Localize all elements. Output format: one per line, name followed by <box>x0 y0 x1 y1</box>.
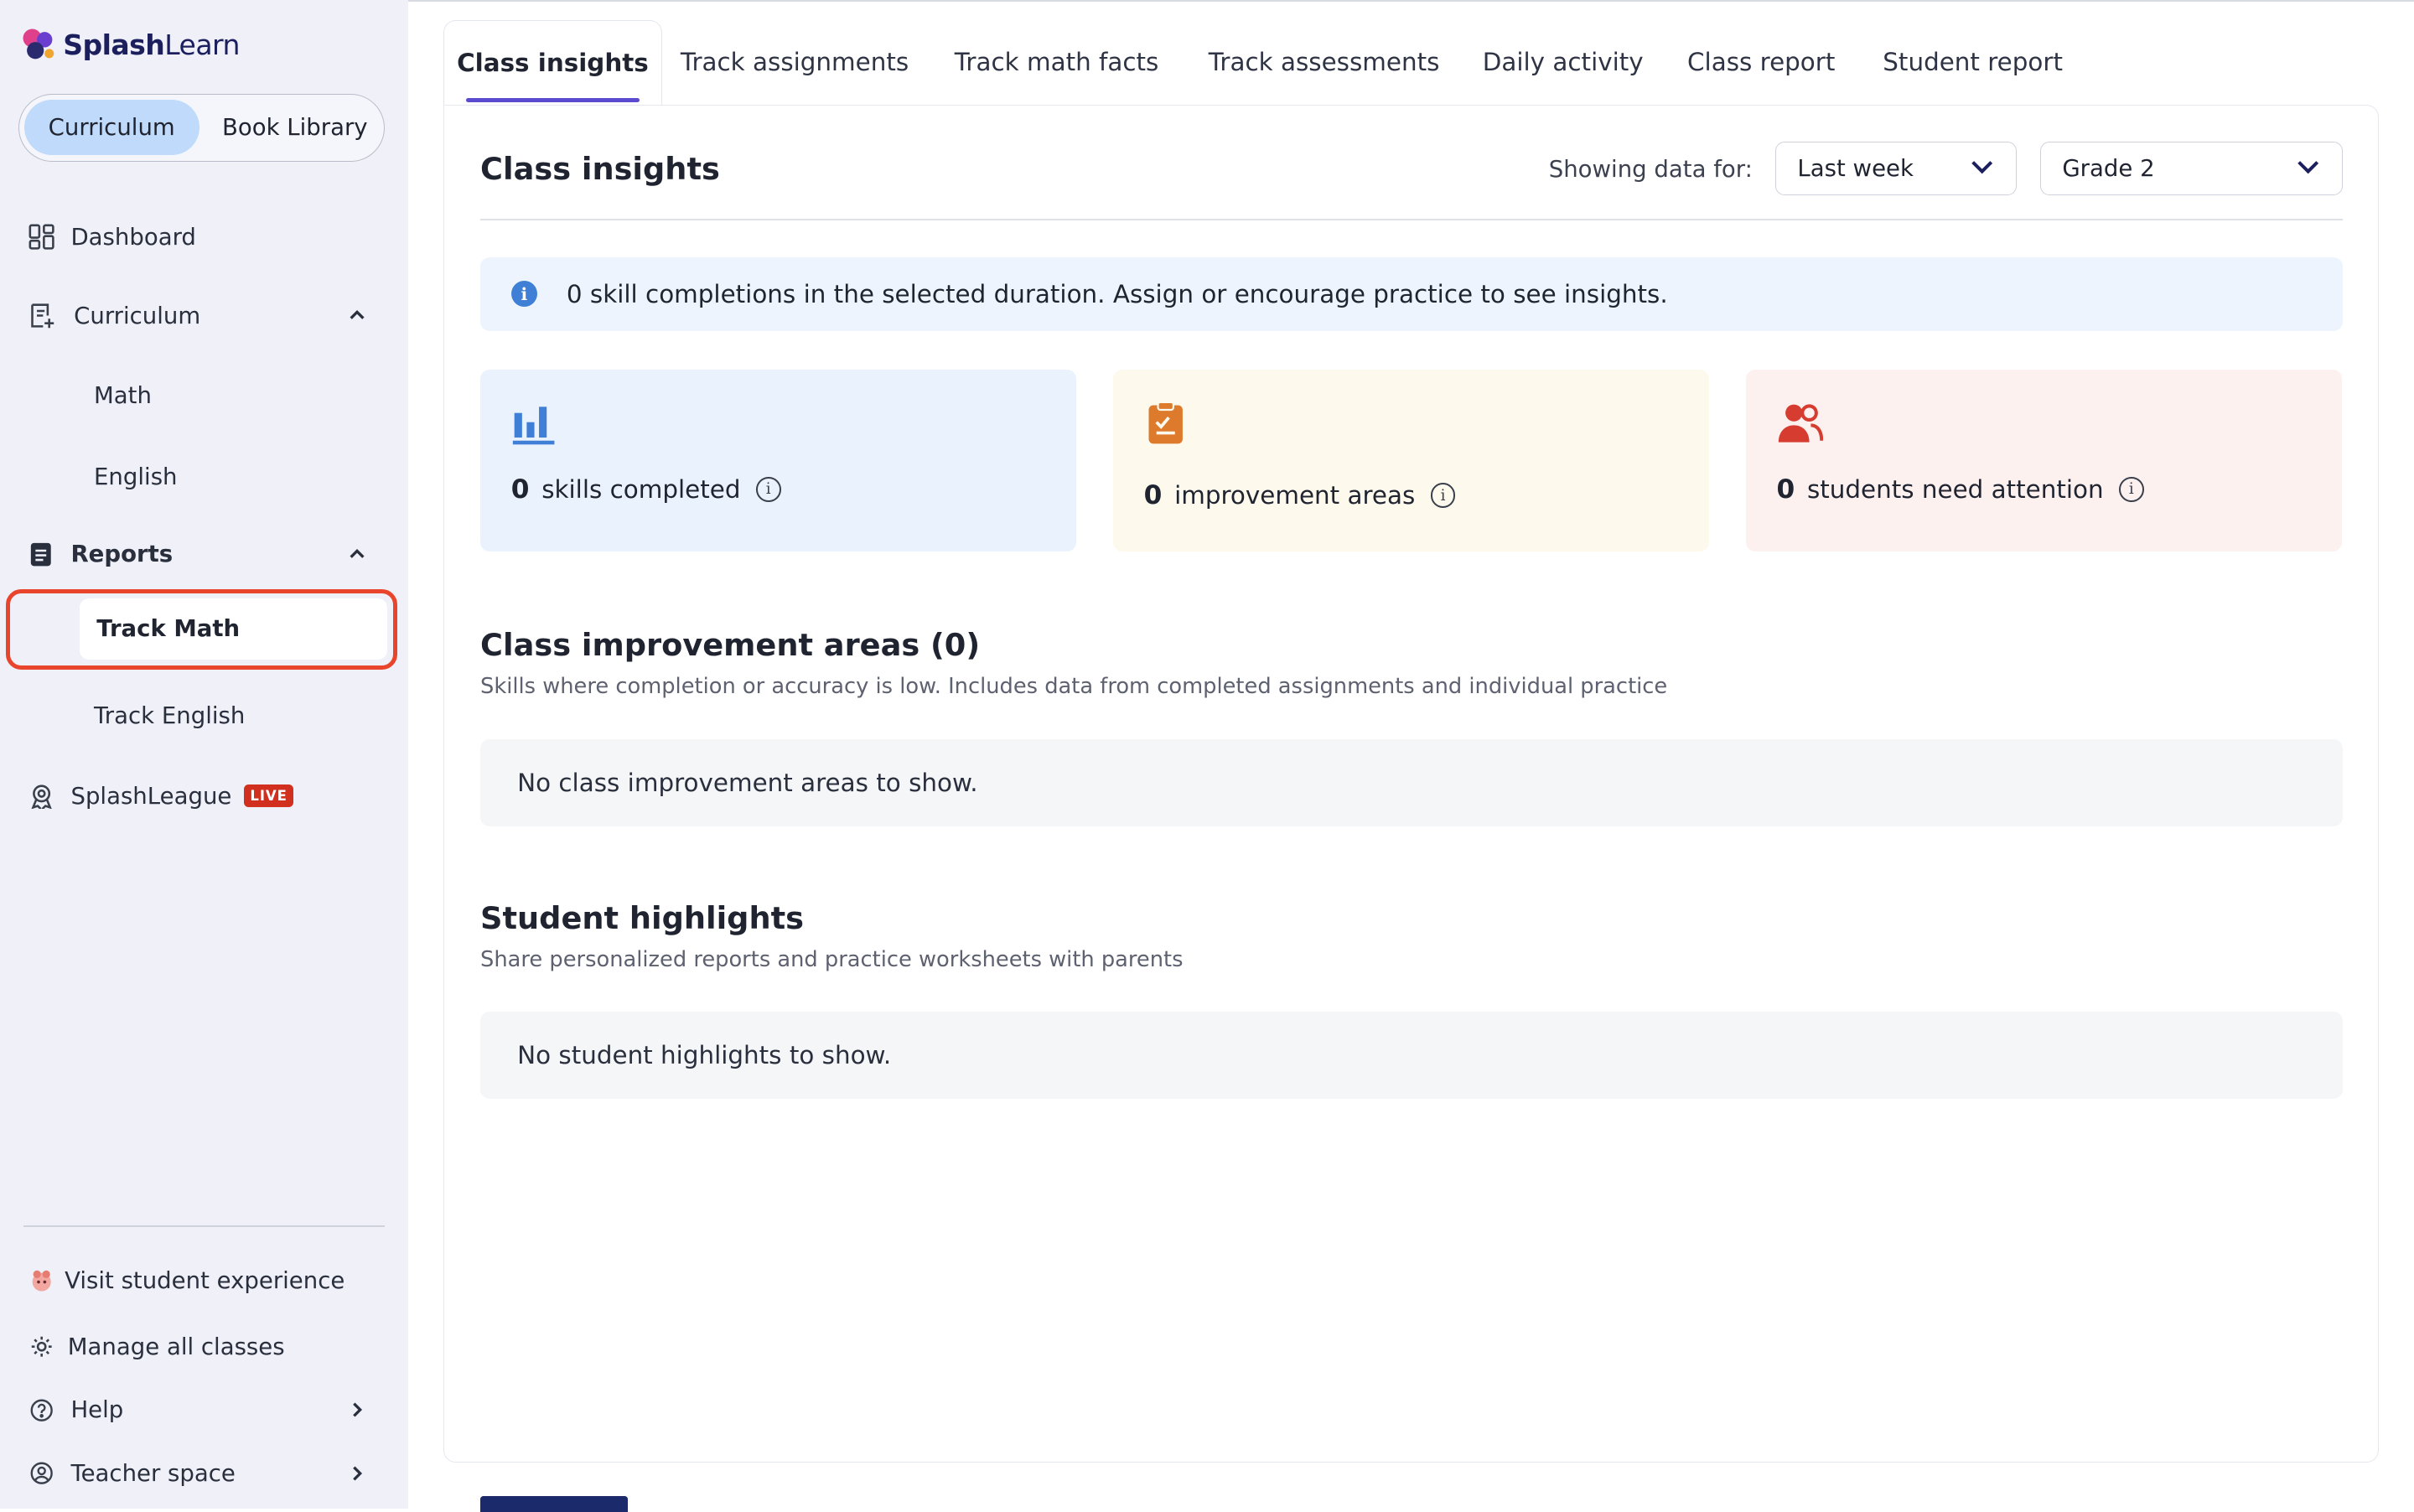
sidebar-item-reports[interactable]: Reports <box>28 541 397 568</box>
improvement-areas-subtitle: Skills where completion or accuracy is l… <box>480 674 1668 700</box>
book-library-mode-button[interactable]: Book Library <box>210 100 380 155</box>
sidebar-item-label: Curriculum <box>74 302 201 329</box>
stat-card-skills-completed: 0 skills completed i <box>480 369 1076 551</box>
improvement-areas-empty-state: No class improvement areas to show. <box>480 738 2344 827</box>
selected-item-highlight: Track Math <box>6 589 397 670</box>
footer-badge-logo <box>480 1496 629 1512</box>
chevron-up-icon[interactable] <box>348 306 366 324</box>
period-select[interactable]: Last week <box>1774 141 2018 196</box>
sidebar-item-math[interactable]: Math <box>94 382 152 409</box>
sidebar-item-curriculum[interactable]: Curriculum <box>28 302 397 329</box>
sidebar: SplashLearn Curriculum Book Library Dash… <box>0 0 408 1509</box>
curriculum-mode-button[interactable]: Curriculum <box>23 99 199 155</box>
chevron-down-icon <box>1971 161 1993 174</box>
stat-card-improvement-areas: 0 improvement areas i <box>1112 369 1709 551</box>
tab-daily-activity[interactable]: Daily activity <box>1483 20 1644 105</box>
visit-student-experience-link[interactable]: Visit student experience <box>28 1267 344 1295</box>
sidebar-item-dashboard[interactable]: Dashboard <box>28 223 196 251</box>
stat-value: 0 <box>1776 474 1795 505</box>
sidebar-item-label: Visit student experience <box>65 1267 345 1295</box>
teacher-space-menu[interactable]: Teacher space <box>28 1459 397 1487</box>
logo-text: SplashLearn <box>63 28 240 61</box>
curriculum-icon <box>28 302 55 329</box>
tab-class-report[interactable]: Class report <box>1687 20 1835 105</box>
tab-class-insights[interactable]: Class insights <box>443 19 662 106</box>
stat-value: 0 <box>510 474 530 505</box>
manage-all-classes-link[interactable]: Manage all classes <box>28 1333 285 1361</box>
mode-toggle: Curriculum Book Library <box>18 94 386 162</box>
stat-card-students-need-attention: 0 students need attention i <box>1745 369 2342 551</box>
stat-value: 0 <box>1143 480 1163 511</box>
period-select-value: Last week <box>1797 155 1914 183</box>
users-icon <box>1778 403 1823 443</box>
sidebar-item-label: Help <box>70 1396 124 1424</box>
stat-label: skills completed <box>541 474 741 504</box>
gear-icon <box>28 1333 55 1361</box>
live-badge: LIVE <box>244 784 294 807</box>
info-icon[interactable]: i <box>1430 483 1456 508</box>
sidebar-item-label: SplashLeague <box>70 782 232 810</box>
info-icon[interactable]: i <box>755 476 781 502</box>
help-icon <box>28 1396 55 1424</box>
student-highlights-title: Student highlights <box>480 900 805 937</box>
grade-select[interactable]: Grade 2 <box>2039 141 2344 196</box>
info-banner: i 0 skill completions in the selected du… <box>480 256 2344 331</box>
help-menu[interactable]: Help <box>28 1396 397 1424</box>
tab-track-assessments[interactable]: Track assessments <box>1209 20 1440 105</box>
tab-track-math-facts[interactable]: Track math facts <box>955 20 1159 105</box>
sidebar-item-label: Dashboard <box>70 223 196 251</box>
info-icon: i <box>510 281 537 308</box>
chevron-down-icon <box>2297 161 2319 174</box>
chevron-up-icon[interactable] <box>348 545 366 563</box>
logo-icon <box>23 28 54 60</box>
page-title: Class insights <box>480 150 720 187</box>
sidebar-item-label: Track Math <box>96 615 241 643</box>
sidebar-item-track-english[interactable]: Track English <box>94 702 245 729</box>
student-highlights-empty-state: No student highlights to show. <box>480 1011 2344 1100</box>
showing-data-label: Showing data for: <box>1548 155 1753 183</box>
sidebar-item-track-math[interactable]: Track Math <box>79 598 388 660</box>
sidebar-item-label: Manage all classes <box>67 1333 285 1361</box>
stat-label: students need attention <box>1806 474 2104 504</box>
sidebar-item-english[interactable]: English <box>94 463 177 490</box>
tab-student-report[interactable]: Student report <box>1883 20 2063 105</box>
grade-select-value: Grade 2 <box>2062 155 2155 183</box>
bar-chart-icon <box>512 406 555 444</box>
sidebar-item-splashleague[interactable]: SplashLeague LIVE <box>28 782 294 810</box>
chevron-right-icon <box>353 1466 363 1481</box>
info-icon[interactable]: i <box>2119 476 2144 502</box>
student-highlights-subtitle: Share personalized reports and practice … <box>480 946 1184 972</box>
user-circle-icon <box>28 1459 55 1487</box>
sidebar-divider <box>23 1225 386 1227</box>
student-avatar-icon <box>28 1267 55 1295</box>
header-divider <box>480 218 2344 220</box>
reports-icon <box>28 541 55 568</box>
splashlearn-logo[interactable]: SplashLearn <box>18 24 240 65</box>
sidebar-item-label: Reports <box>70 541 174 568</box>
improvement-areas-title: Class improvement areas (0) <box>480 626 981 663</box>
clipboard-icon <box>1148 401 1183 443</box>
stat-label: improvement areas <box>1174 481 1416 510</box>
tab-label: Class insights <box>457 49 649 78</box>
dashboard-icon <box>28 223 55 251</box>
info-banner-text: 0 skill completions in the selected dura… <box>566 279 1668 308</box>
chevron-right-icon <box>353 1402 363 1417</box>
sidebar-item-label: Teacher space <box>70 1459 236 1487</box>
active-tab-indicator <box>465 97 640 103</box>
league-icon <box>28 782 55 810</box>
tab-track-assignments[interactable]: Track assignments <box>681 20 909 105</box>
